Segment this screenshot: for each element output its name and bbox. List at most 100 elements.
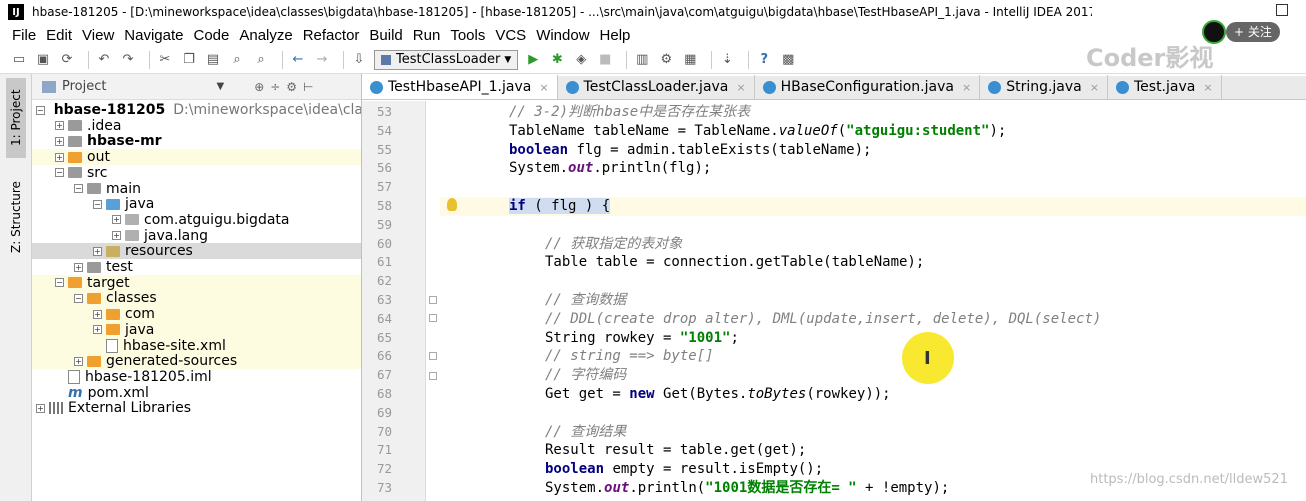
expand-icon[interactable]: + xyxy=(36,403,45,413)
menu-build[interactable]: Build xyxy=(365,27,406,44)
code-line[interactable]: // 字符编码 xyxy=(440,366,1306,385)
code-line[interactable]: TableName tableName = TableName.valueOf(… xyxy=(440,122,1306,141)
code-line[interactable] xyxy=(440,404,1306,423)
save-icon[interactable]: ▣ xyxy=(34,51,52,69)
menu-tools[interactable]: Tools xyxy=(446,27,489,44)
tree-item[interactable]: − classes xyxy=(32,290,361,307)
menu-refactor[interactable]: Refactor xyxy=(299,27,364,44)
code-editor[interactable]: // 3-2)判断hbase中是否存在某张表 TableName tableNam… xyxy=(440,101,1306,501)
expand-icon[interactable]: + xyxy=(93,246,102,256)
tree-item[interactable]: − java xyxy=(32,196,361,212)
code-line[interactable] xyxy=(440,216,1306,235)
tree-item[interactable]: + com xyxy=(32,306,361,323)
tree-item[interactable]: − main xyxy=(32,181,361,197)
editor-tab[interactable]: Test.java × xyxy=(1108,75,1222,99)
sdk-icon[interactable]: ▦ xyxy=(681,51,699,69)
fold-marker-icon[interactable] xyxy=(429,352,437,360)
cut-icon[interactable]: ✂ xyxy=(156,51,174,69)
code-line[interactable]: Get get = new Get(Bytes.toBytes(rowkey))… xyxy=(440,385,1306,404)
fold-marker-icon[interactable] xyxy=(429,372,437,380)
plugin-icon[interactable]: ▩ xyxy=(779,51,797,69)
expand-icon[interactable]: + xyxy=(74,356,83,366)
menu-analyze[interactable]: Analyze xyxy=(235,27,296,44)
stop-icon[interactable]: ■ xyxy=(596,51,614,69)
project-tool-tab[interactable]: 1: Project xyxy=(6,78,26,158)
panel-header-actions[interactable]: ⊕÷⚙⊢ xyxy=(254,80,319,94)
code-line[interactable] xyxy=(440,272,1306,291)
editor-tab[interactable]: TestClassLoader.java × xyxy=(558,75,755,99)
tree-item[interactable]: + resources xyxy=(32,243,361,260)
menu-vcs[interactable]: VCS xyxy=(491,27,530,44)
paste-icon[interactable]: ▤ xyxy=(204,51,222,69)
editor-tab[interactable]: String.java × xyxy=(980,75,1108,99)
code-line[interactable]: Result result = table.get(get); xyxy=(440,441,1306,460)
editor-tab[interactable]: TestHbaseAPI_1.java × xyxy=(362,75,558,99)
code-line[interactable]: // 查询数据 xyxy=(440,291,1306,310)
tree-item[interactable]: hbase-181205.iml xyxy=(32,369,361,385)
menu-edit[interactable]: Edit xyxy=(42,27,76,44)
editor-tab[interactable]: HBaseConfiguration.java × xyxy=(755,75,981,99)
vcs-icon[interactable]: ⇣ xyxy=(718,51,736,69)
expand-icon[interactable]: + xyxy=(55,121,64,131)
expand-icon[interactable]: + xyxy=(74,262,83,272)
expand-icon[interactable]: + xyxy=(112,215,121,225)
sync-icon[interactable]: ⟳ xyxy=(58,51,76,69)
debug-icon[interactable]: ✱ xyxy=(548,51,566,69)
menu-window[interactable]: Window xyxy=(532,27,593,44)
lightbulb-icon[interactable] xyxy=(447,198,457,211)
tree-item[interactable]: + generated-sources xyxy=(32,353,361,370)
menu-run[interactable]: Run xyxy=(409,27,445,44)
code-line[interactable]: if ( flg ) { xyxy=(440,197,1306,216)
tree-item[interactable]: + com.atguigu.bigdata xyxy=(32,212,361,228)
code-line[interactable]: // 获取指定的表对象 xyxy=(440,235,1306,254)
code-line[interactable]: System.out.println(flg); xyxy=(440,159,1306,178)
copy-icon[interactable]: ❐ xyxy=(180,51,198,69)
close-icon[interactable]: × xyxy=(736,81,745,94)
replace-icon[interactable]: ⌕ xyxy=(252,51,270,69)
tree-item[interactable]: + .idea xyxy=(32,118,361,134)
undo-icon[interactable]: ↶ xyxy=(95,51,113,69)
menu-view[interactable]: View xyxy=(78,27,118,44)
code-line[interactable]: // DDL(create drop alter), DML(update,in… xyxy=(440,310,1306,329)
expand-icon[interactable]: + xyxy=(93,309,102,319)
window-restore-icon[interactable] xyxy=(1276,4,1288,16)
menu-code[interactable]: Code xyxy=(189,27,233,44)
tree-item[interactable]: + hbase-mr xyxy=(32,133,361,149)
expand-icon[interactable]: + xyxy=(112,231,121,241)
tree-item[interactable]: + java xyxy=(32,321,361,338)
project-structure-icon[interactable]: ▥ xyxy=(633,51,651,69)
menu-file[interactable]: File xyxy=(8,27,40,44)
code-line[interactable]: Table table = connection.getTable(tableN… xyxy=(440,253,1306,272)
fold-marker-icon[interactable] xyxy=(429,314,437,322)
back-icon[interactable]: ← xyxy=(289,51,307,69)
open-folder-icon[interactable]: ▭ xyxy=(10,51,28,69)
code-line[interactable]: // 3-2)判断hbase中是否存在某张表 xyxy=(440,103,1306,122)
chevron-down-icon[interactable]: ▼ xyxy=(216,81,224,92)
code-line[interactable]: // string ==> byte[] xyxy=(440,347,1306,366)
redo-icon[interactable]: ↷ xyxy=(119,51,137,69)
expand-icon[interactable]: + xyxy=(93,325,102,335)
forward-icon[interactable]: → xyxy=(313,51,331,69)
collapse-icon[interactable]: − xyxy=(55,278,64,288)
close-icon[interactable]: × xyxy=(962,81,971,94)
code-line[interactable] xyxy=(440,178,1306,197)
collapse-icon[interactable]: − xyxy=(93,199,102,209)
close-icon[interactable]: × xyxy=(1203,81,1212,94)
run-icon[interactable]: ▶ xyxy=(524,51,542,69)
help-icon[interactable]: ? xyxy=(755,51,773,69)
tree-item[interactable]: − hbase-181205 D:\mineworkspace\idea\clas xyxy=(32,102,361,118)
coverage-icon[interactable]: ◈ xyxy=(572,51,590,69)
menu-navigate[interactable]: Navigate xyxy=(120,27,187,44)
tree-item[interactable]: + out xyxy=(32,149,361,166)
expand-icon[interactable]: + xyxy=(55,136,64,146)
tree-item[interactable]: m pom.xml xyxy=(32,385,361,401)
fold-marker-icon[interactable] xyxy=(429,296,437,304)
code-line[interactable]: boolean flg = admin.tableExists(tableNam… xyxy=(440,141,1306,160)
build-icon[interactable]: ⇩ xyxy=(350,51,368,69)
code-line[interactable]: // 查询结果 xyxy=(440,423,1306,442)
structure-tool-tab[interactable]: Z: Structure xyxy=(6,174,26,260)
collapse-icon[interactable]: − xyxy=(74,184,83,193)
settings-icon[interactable]: ⚙ xyxy=(657,51,675,69)
expand-icon[interactable]: + xyxy=(55,152,64,162)
project-panel-title[interactable]: Project xyxy=(62,79,106,94)
